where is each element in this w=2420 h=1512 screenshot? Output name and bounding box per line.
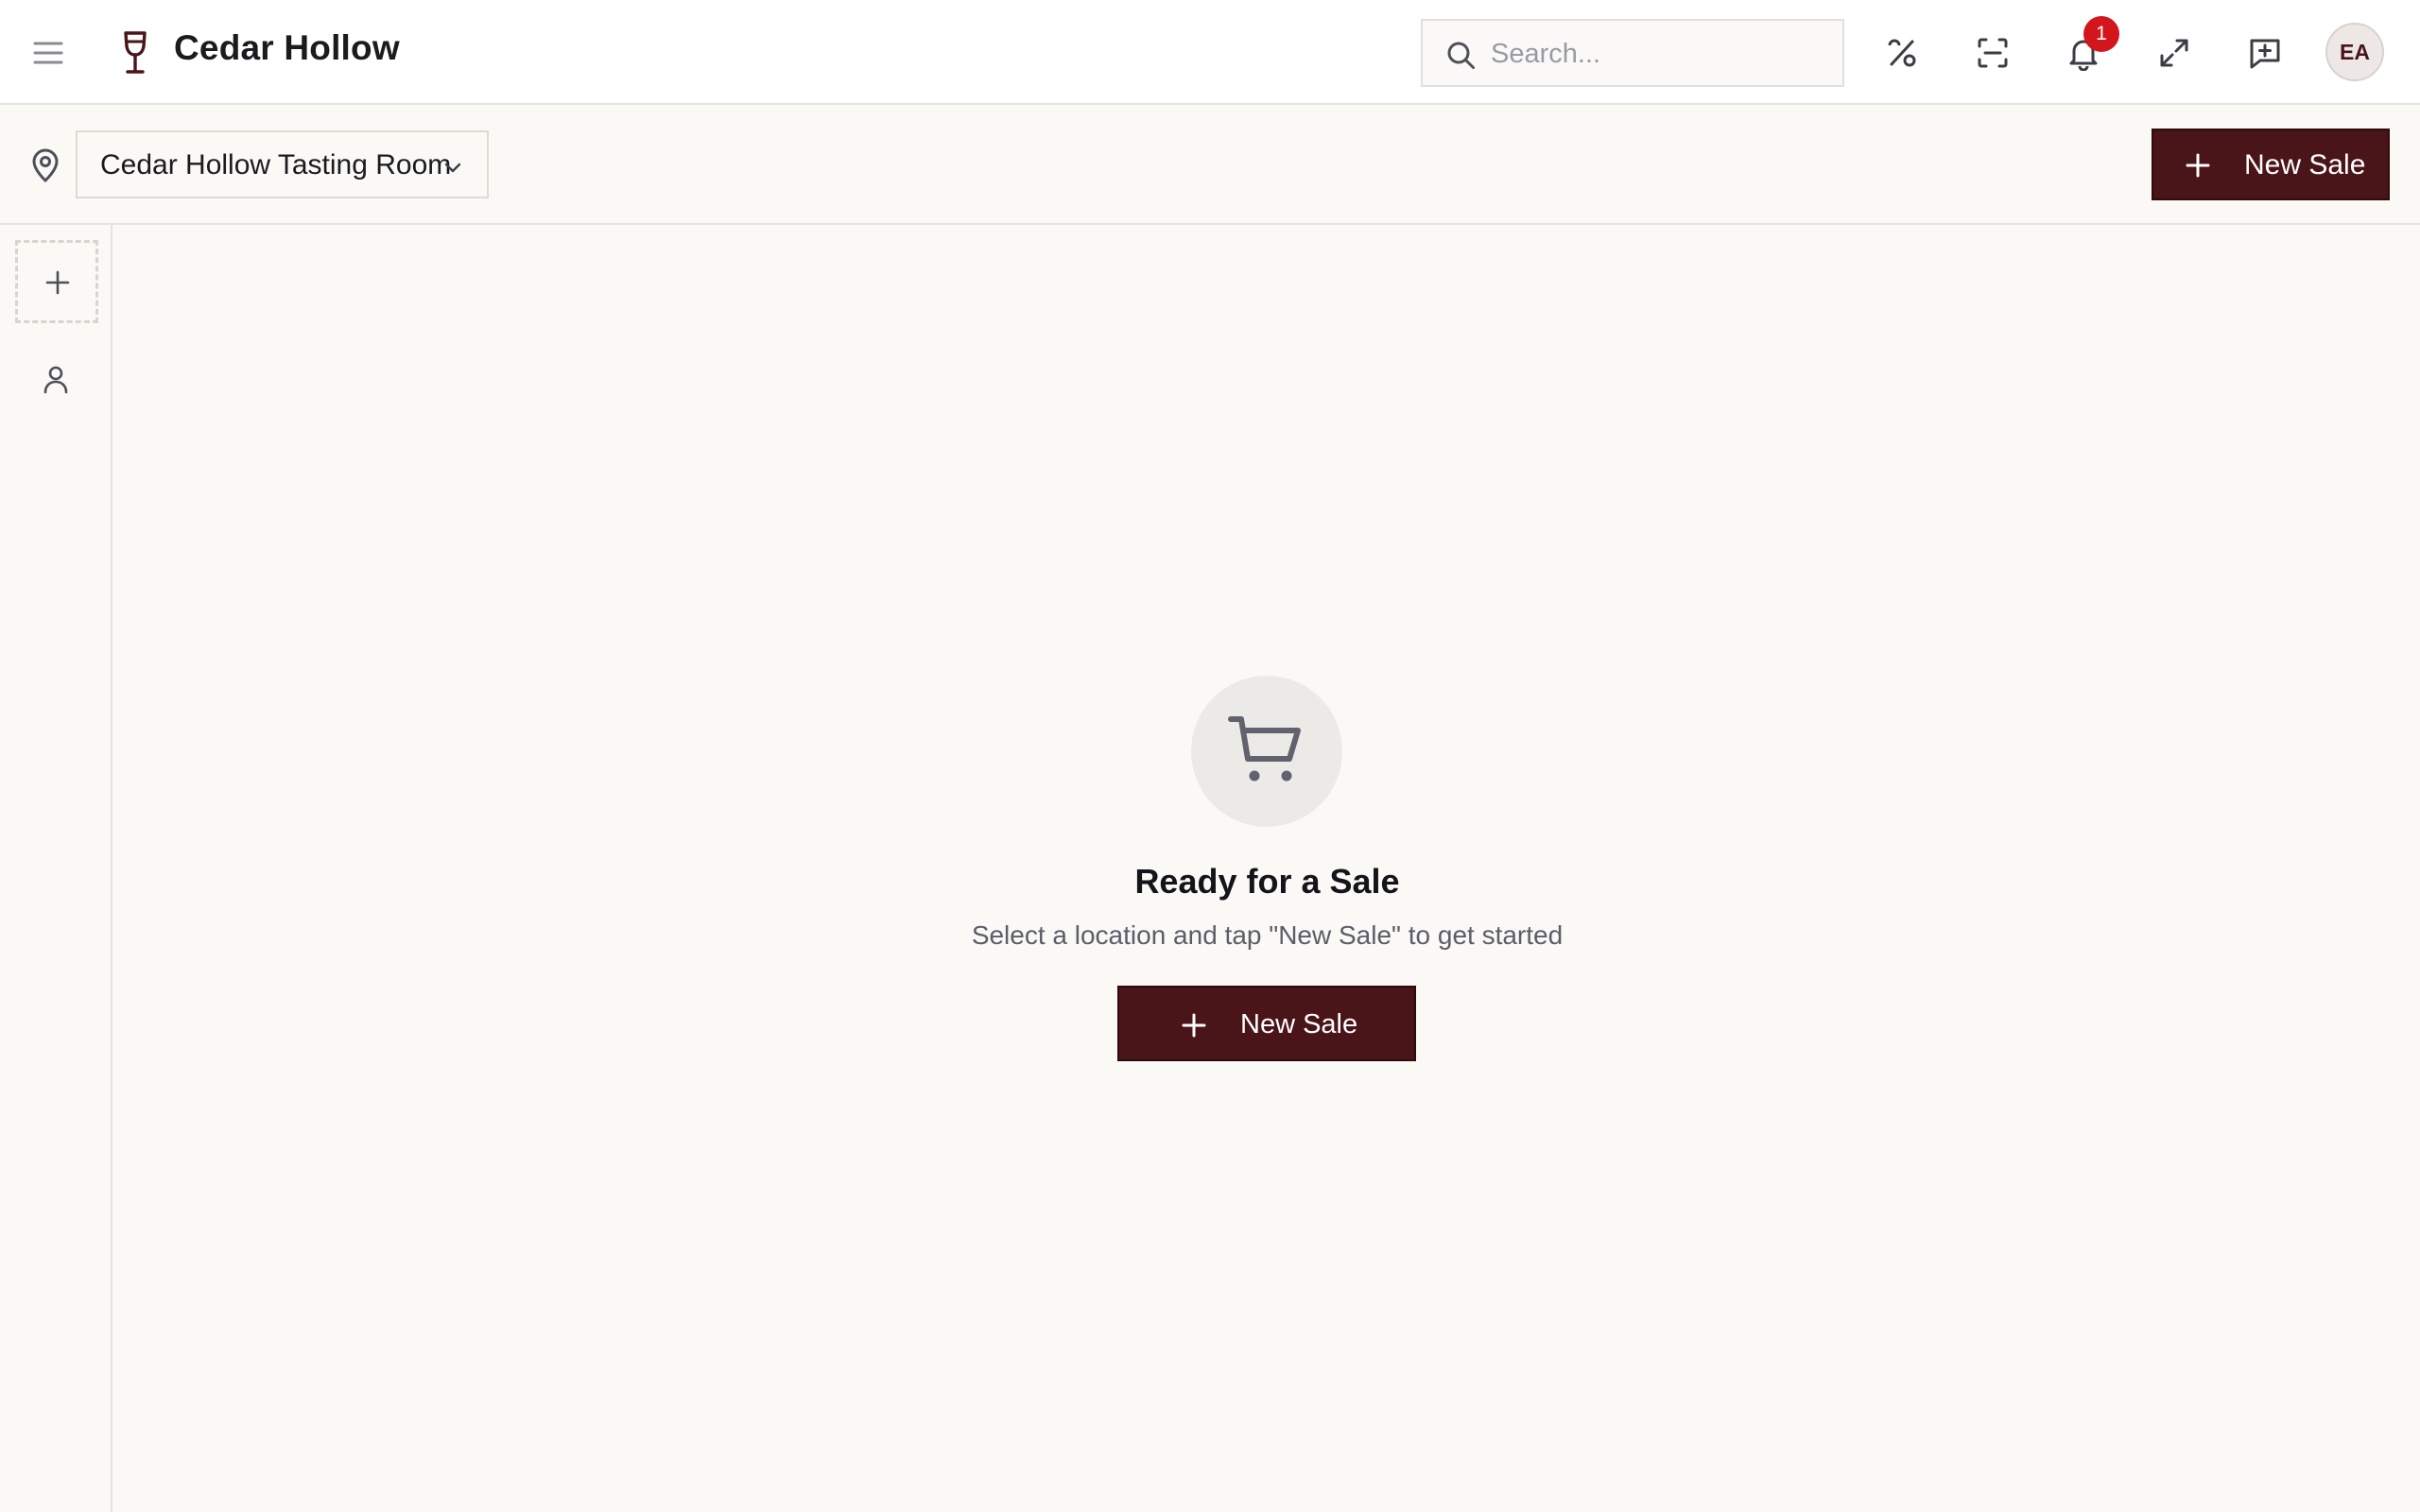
- empty-state-title: Ready for a Sale: [1134, 862, 1400, 901]
- user-avatar[interactable]: EA: [2325, 23, 2384, 81]
- new-sale-button[interactable]: New Sale: [1117, 986, 1416, 1061]
- add-sale-tab-button[interactable]: [15, 240, 98, 323]
- empty-state-illustration: [1191, 676, 1342, 827]
- shopping-cart-icon: [1228, 716, 1301, 782]
- location-bar: Cedar Hollow Tasting Room New Sale: [0, 105, 2420, 225]
- search-input[interactable]: [1491, 30, 1831, 77]
- top-bar: Cedar Hollow 1 EA: [0, 0, 2420, 105]
- location-selected-value: Cedar Hollow Tasting Room: [100, 149, 452, 180]
- menu-icon[interactable]: [32, 37, 64, 69]
- plus-icon: [2186, 153, 2210, 178]
- chevron-down-icon: [442, 157, 463, 178]
- expand-icon[interactable]: [2156, 35, 2192, 71]
- scan-icon[interactable]: [1975, 35, 2011, 71]
- new-sale-label: New Sale: [1240, 1009, 1358, 1040]
- message-plus-icon[interactable]: [2247, 35, 2283, 71]
- empty-state-subtitle: Select a location and tap "New Sale" to …: [971, 920, 1564, 950]
- map-pin-icon: [30, 147, 60, 183]
- customer-icon[interactable]: [40, 363, 72, 395]
- location-select[interactable]: Cedar Hollow Tasting Room: [76, 130, 489, 198]
- plus-icon: [45, 270, 70, 295]
- app-title: Cedar Hollow: [174, 28, 400, 67]
- main-content: Ready for a Sale Select a location and t…: [114, 225, 2420, 1512]
- sale-tabs-rail: [0, 225, 112, 1512]
- notification-badge: 1: [2083, 16, 2119, 52]
- search-icon: [1445, 40, 1478, 72]
- plus-icon: [1182, 1013, 1206, 1038]
- new-sale-label: New Sale: [2244, 149, 2366, 180]
- search-box[interactable]: [1421, 19, 1844, 87]
- discount-icon[interactable]: [1884, 35, 1920, 71]
- new-sale-button-header[interactable]: New Sale: [2152, 129, 2390, 200]
- wine-glass-icon: [119, 30, 151, 76]
